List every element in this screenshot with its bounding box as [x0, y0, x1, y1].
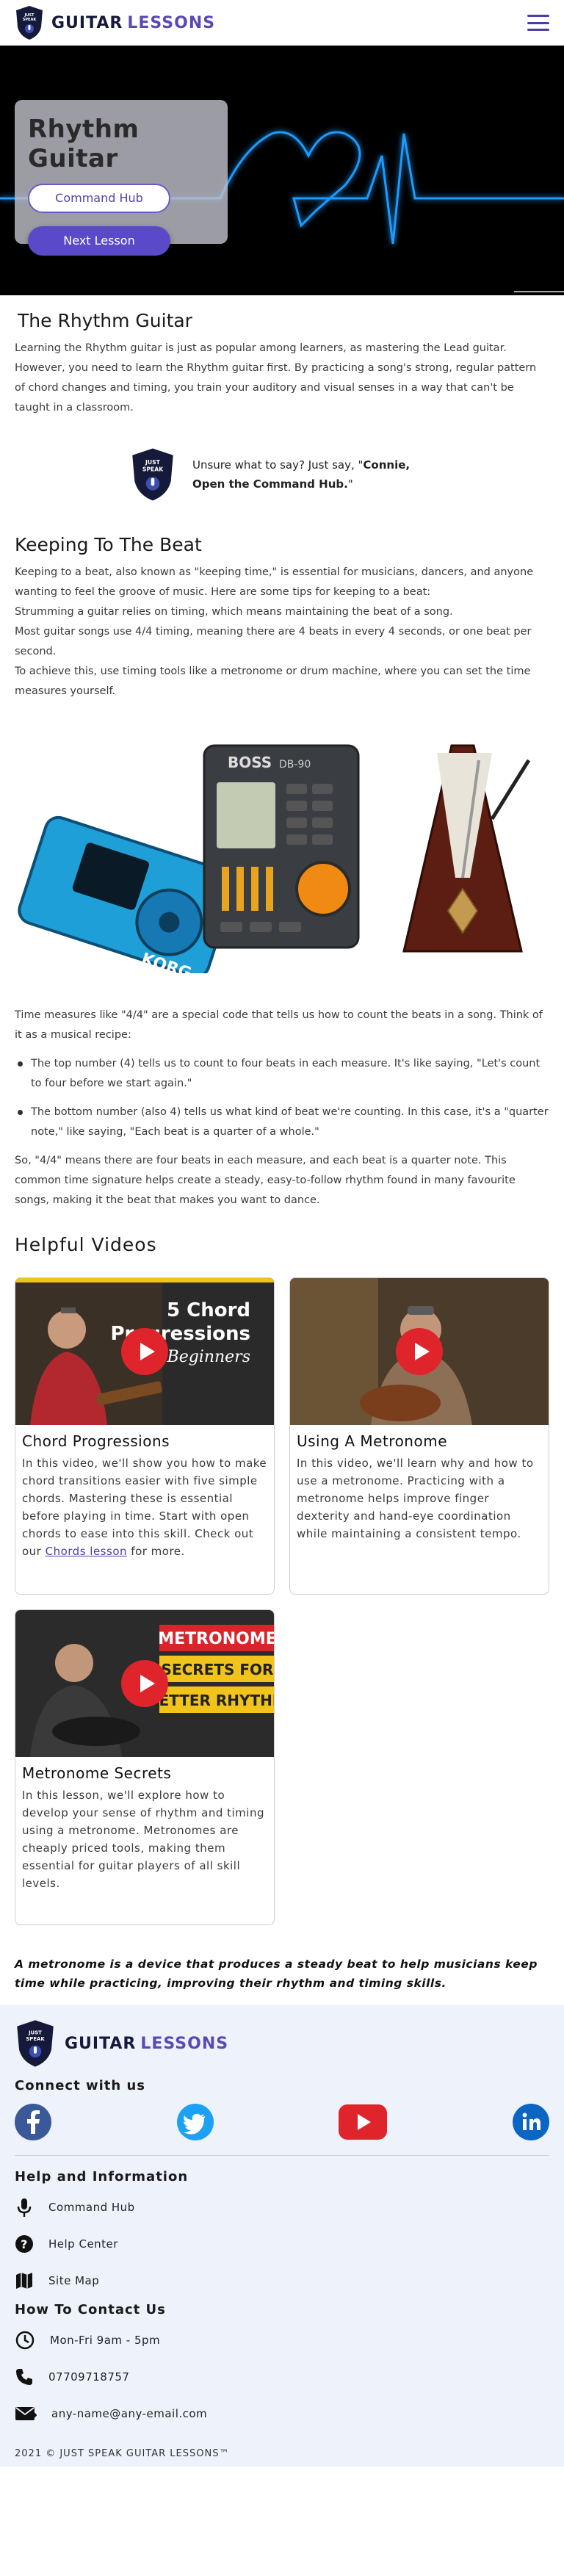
video-description: In this video, we'll show you how to mak…: [22, 1457, 267, 1558]
contact-hours: Mon-Fri 9am - 5pm: [15, 2322, 549, 2359]
svg-text:SPEAK: SPEAK: [142, 466, 164, 472]
clock-icon: [15, 2331, 35, 2350]
copyright: 2021 © JUST SPEAK GUITAR LESSONS™: [15, 2448, 230, 2459]
footer-link-label: Command Hub: [48, 2201, 135, 2214]
just-speak-logo-icon: JUST SPEAK: [17, 2020, 54, 2067]
phone-icon: [16, 2369, 32, 2385]
time-measures-list: The top number (4) tells us to count to …: [15, 1054, 549, 1142]
hamburger-menu-icon[interactable]: [527, 15, 549, 31]
chords-lesson-link[interactable]: Chords lesson: [46, 1545, 127, 1558]
intro-text: Learning the Rhythm guitar is just as po…: [15, 342, 537, 414]
brand-word-lessons: LESSONS: [127, 13, 216, 32]
beat-p4: To achieve this, use timing tools like a…: [15, 665, 531, 697]
list-item: The top number (4) tells us to count to …: [15, 1054, 549, 1094]
help-title: Help and Information: [15, 2169, 189, 2184]
video-thumbnail[interactable]: METRONOME SECRETS FOR BETTER RHYTHM: [15, 1610, 274, 1757]
video-title: Metronome Secrets: [22, 1764, 172, 1782]
beat-p3: Most guitar songs use 4/4 timing, meanin…: [15, 626, 532, 657]
videos-grid: 5 Chord Progressions for Beginners Chord…: [15, 1277, 549, 1925]
thumb-text: SECRETS FOR: [162, 1661, 274, 1678]
contact-email[interactable]: any-name@any-email.com: [15, 2395, 549, 2432]
next-lesson-button[interactable]: Next Lesson: [28, 226, 170, 256]
contact-email-text: any-name@any-email.com: [51, 2407, 208, 2420]
hero-card: Rhythm Guitar Command Hub Next Lesson: [15, 100, 228, 256]
video-description: In this lesson, we'll explore how to dev…: [22, 1789, 264, 1890]
just-speak-logo-icon: JUST SPEAK: [132, 448, 173, 501]
site-header: JUST SPEAK GUITAR LESSONS: [0, 0, 564, 46]
metronome-devices-image: KORG BOSS DB-90: [15, 731, 549, 984]
model-label: DB-90: [279, 759, 311, 771]
thumb-text: BETTER RHYTHM: [148, 1692, 274, 1709]
main-content: The Rhythm Guitar Learning the Rhythm gu…: [0, 310, 564, 1993]
video-description: In this video, we'll learn why and how t…: [297, 1457, 534, 1540]
just-speak-logo-icon: JUST SPEAK: [16, 6, 43, 40]
contact-title: How To Contact Us: [15, 2302, 166, 2317]
video-thumbnail[interactable]: [290, 1278, 549, 1425]
facebook-icon[interactable]: [15, 2104, 51, 2140]
twitter-icon[interactable]: [176, 2104, 214, 2140]
beat-p1: Keeping to a beat, also known as "keepin…: [15, 566, 534, 598]
email-icon: [15, 2407, 37, 2420]
footer-link-command-hub[interactable]: Command Hub: [15, 2189, 549, 2226]
contact-hours-text: Mon-Fri 9am - 5pm: [50, 2334, 161, 2347]
time-measures-outro: So, "4/4" means there are four beats in …: [15, 1155, 516, 1206]
thumb-text: 5 Chord: [167, 1299, 250, 1321]
metronome-quote: A metronome is a device that produces a …: [15, 1958, 538, 1990]
site-footer: JUST SPEAK GUITAR LESSONS Connect with us: [0, 2005, 564, 2467]
beat-title: Keeping To The Beat: [15, 534, 202, 555]
video-card-metronome-secrets[interactable]: METRONOME SECRETS FOR BETTER RHYTHM Metr…: [15, 1609, 275, 1925]
hero-title: Rhythm Guitar: [28, 115, 140, 173]
brand[interactable]: JUST SPEAK GUITAR LESSONS: [15, 5, 215, 40]
videos-title: Helpful Videos: [15, 1234, 157, 1255]
svg-text:SPEAK: SPEAK: [26, 2036, 45, 2042]
footer-link-site-map[interactable]: Site Map: [15, 2262, 549, 2299]
video-thumbnail[interactable]: 5 Chord Progressions for Beginners: [15, 1278, 274, 1425]
youtube-icon[interactable]: [339, 2104, 388, 2140]
video-title: Using A Metronome: [297, 1432, 448, 1450]
voice-tip: JUST SPEAK Unsure what to say? Just say,…: [15, 447, 549, 502]
footer-link-label: Site Map: [48, 2274, 100, 2287]
boss-label: BOSS: [228, 754, 272, 771]
svg-text:SPEAK: SPEAK: [23, 18, 37, 22]
command-hub-button[interactable]: Command Hub: [28, 184, 170, 213]
brand-word-guitar: GUITAR: [51, 13, 123, 32]
list-item: The bottom number (also 4) tells us what…: [15, 1103, 549, 1142]
video-card-chord-progressions[interactable]: 5 Chord Progressions for Beginners Chord…: [15, 1277, 275, 1595]
brand-name: GUITAR LESSONS: [51, 14, 215, 32]
tip-text: Unsure what to say? Just say, "Connie, O…: [192, 455, 435, 494]
footer-link-label: Help Center: [48, 2237, 118, 2251]
footer-brand-name: GUITAR LESSONS: [65, 2034, 229, 2053]
svg-text:JUST: JUST: [28, 2030, 42, 2036]
time-measures-intro: Time measures like "4/4" are a special c…: [15, 1009, 543, 1041]
video-title: Chord Progressions: [22, 1432, 170, 1450]
microphone-icon: [17, 2198, 32, 2217]
contact-phone[interactable]: 07709718757: [15, 2359, 549, 2395]
contact-phone-text: 07709718757: [48, 2370, 130, 2384]
hero-banner: Rhythm Guitar Command Hub Next Lesson: [0, 46, 564, 295]
footer-brand[interactable]: JUST SPEAK GUITAR LESSONS: [15, 2019, 549, 2068]
connect-title: Connect with us: [15, 2078, 145, 2093]
intro-title: The Rhythm Guitar: [18, 310, 192, 331]
map-icon: [16, 2273, 32, 2289]
beat-p2: Strumming a guitar relies on timing, whi…: [15, 606, 453, 618]
svg-text:JUST: JUST: [145, 459, 161, 466]
play-button-icon[interactable]: [121, 1328, 168, 1375]
svg-text:?: ?: [21, 2237, 28, 2251]
social-links: [15, 2104, 549, 2156]
play-button-icon[interactable]: [121, 1660, 168, 1707]
footer-link-help-center[interactable]: ? Help Center: [15, 2226, 549, 2262]
tip-prefix: Unsure what to say? Just say, ": [192, 458, 364, 472]
thumb-text: METRONOME: [158, 1630, 274, 1648]
linkedin-icon[interactable]: [512, 2104, 549, 2140]
tip-suffix: ": [347, 477, 353, 491]
video-card-using-a-metronome[interactable]: Using A Metronome In this video, we'll l…: [289, 1277, 549, 1595]
play-button-icon[interactable]: [396, 1328, 443, 1375]
question-icon: ?: [15, 2235, 33, 2253]
